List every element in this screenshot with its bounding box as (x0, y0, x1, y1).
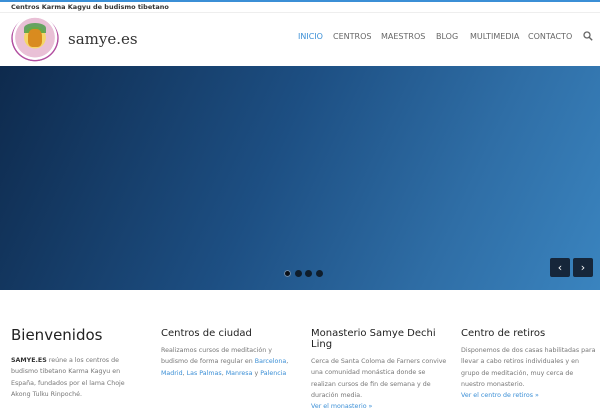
retreat-link[interactable]: Ver el centro de retiros » (461, 392, 539, 399)
logo-figure (28, 29, 42, 47)
link-las-palmas[interactable]: Las Palmas (187, 370, 222, 377)
city-centers-column: Centros de ciudad Realizamos cursos de m… (161, 326, 293, 379)
nav-blog[interactable]: BLOG (436, 32, 458, 46)
search-icon[interactable] (583, 31, 593, 41)
monastery-column: Monasterio Samye Dechi Ling Cerca de San… (311, 326, 447, 412)
hero-slider[interactable] (0, 66, 600, 290)
top-bar: Centros Karma Kagyu de budismo tibetano (0, 0, 600, 12)
monastery-body: Cerca de Santa Coloma de Farners convive… (311, 358, 447, 399)
nav-maestros[interactable]: MAESTROS (381, 32, 425, 46)
chevron-right-icon: › (580, 261, 586, 274)
welcome-column: Bienvenidos SAMYE.ES reúne a los centros… (11, 326, 136, 400)
link-madrid[interactable]: Madrid (161, 370, 183, 377)
brand-name[interactable]: samye.es (68, 30, 138, 48)
link-barcelona[interactable]: Barcelona (255, 358, 286, 365)
retreat-body: Disponemos de dos casas habilitadas para… (461, 347, 596, 388)
nav-centros[interactable]: CENTROS (333, 32, 371, 46)
monastery-text: Cerca de Santa Coloma de Farners convive… (311, 356, 447, 412)
site-logo[interactable] (11, 16, 59, 64)
city-centers-conj: y (254, 369, 259, 377)
welcome-strong: SAMYE.ES (11, 357, 47, 364)
nav-contacto[interactable]: CONTACTO (528, 32, 572, 46)
retreat-column: Centro de retiros Disponemos de dos casa… (461, 326, 597, 401)
slider-dot-2[interactable] (295, 270, 302, 277)
link-manresa[interactable]: Manresa (226, 370, 253, 377)
slider-dot-3[interactable] (305, 270, 312, 277)
city-centers-title: Centros de ciudad (161, 328, 252, 339)
welcome-text: SAMYE.ES reúne a los centros de budismo … (11, 355, 136, 400)
monastery-link[interactable]: Ver el monasterio » (311, 403, 372, 410)
tagline: Centros Karma Kagyu de budismo tibetano (11, 3, 169, 11)
monastery-title: Monasterio Samye Dechi Ling (311, 328, 436, 350)
retreat-title: Centro de retiros (461, 328, 546, 339)
welcome-title: Bienvenidos (11, 326, 103, 344)
chevron-left-icon: ‹ (557, 261, 563, 274)
slider-dot-4[interactable] (316, 270, 323, 277)
city-centers-text: Realizamos cursos de meditación y budism… (161, 347, 289, 377)
nav-inicio[interactable]: INICIO (298, 32, 323, 46)
site-header: samye.es INICIO CENTROS MAESTROS BLOG MU… (0, 12, 600, 65)
link-palencia[interactable]: Palencia (260, 370, 286, 377)
slider-next-button[interactable]: › (573, 258, 593, 277)
slider-prev-button[interactable]: ‹ (550, 258, 570, 277)
slider-dot-1[interactable] (284, 270, 291, 277)
nav-multimedia[interactable]: MULTIMEDIA (470, 32, 519, 46)
retreat-text: Disponemos de dos casas habilitadas para… (461, 345, 597, 401)
